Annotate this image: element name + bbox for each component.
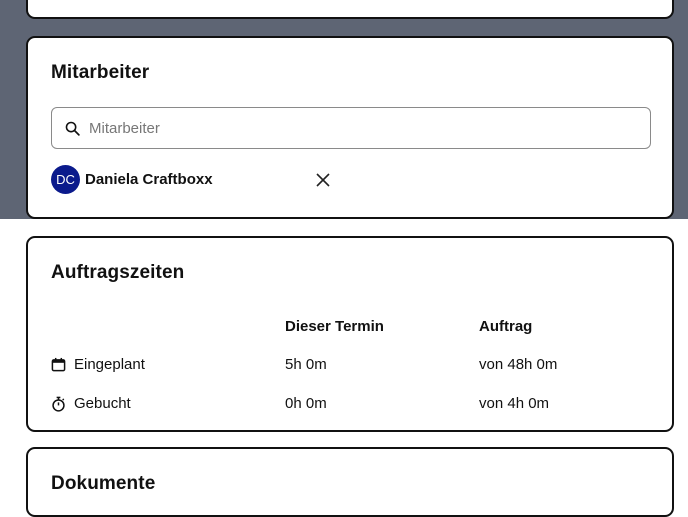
booked-label: Gebucht <box>74 395 131 412</box>
assigned-employee: DC Daniela Craftboxx <box>51 165 213 194</box>
stopwatch-icon <box>52 396 65 412</box>
employee-search-input[interactable] <box>87 112 650 144</box>
booked-appointment-value: 0h 0m <box>285 395 327 412</box>
documents-card: Dokumente <box>26 447 674 517</box>
planned-label: Eingeplant <box>74 356 145 373</box>
documents-title: Dokumente <box>51 473 156 494</box>
planned-appointment-value: 5h 0m <box>285 356 327 373</box>
search-icon <box>65 121 80 136</box>
order-times-title: Auftragszeiten <box>51 262 185 283</box>
column-header-appointment: Dieser Termin <box>285 318 384 335</box>
avatar: DC <box>51 165 80 194</box>
employees-card: Mitarbeiter DC Daniela Craftboxx <box>26 36 674 219</box>
calendar-icon <box>51 357 66 372</box>
previous-card <box>26 0 674 19</box>
assigned-employee-name: Daniela Craftboxx <box>85 171 213 188</box>
order-times-card: Auftragszeiten Dieser Termin Auftrag Ein… <box>26 236 674 432</box>
close-icon[interactable] <box>315 172 331 188</box>
row-label-booked: Gebucht <box>51 395 131 412</box>
row-label-planned: Eingeplant <box>51 356 145 373</box>
planned-order-value: von 48h 0m <box>479 356 558 373</box>
employees-title: Mitarbeiter <box>51 62 150 83</box>
booked-order-value: von 4h 0m <box>479 395 550 412</box>
column-header-order: Auftrag <box>479 318 533 335</box>
employee-search-field[interactable] <box>51 107 651 149</box>
